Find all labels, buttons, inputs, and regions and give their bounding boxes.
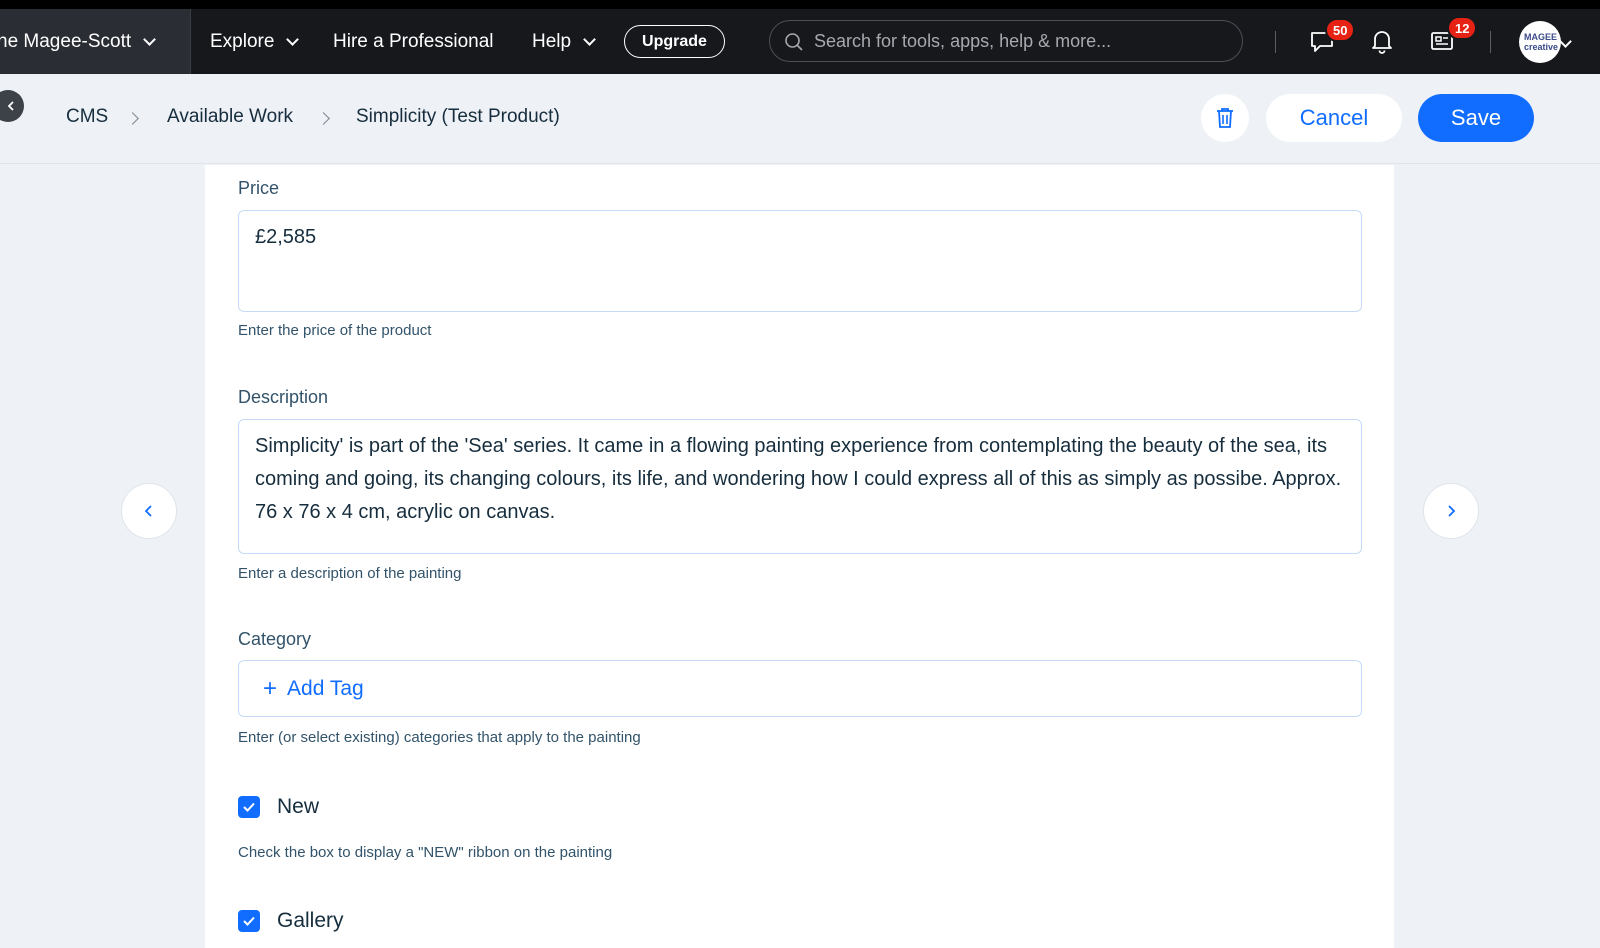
checkmark-icon (243, 916, 255, 926)
chevron-right-icon (317, 112, 330, 125)
gallery-checkbox[interactable] (238, 910, 260, 932)
search-bar[interactable] (769, 20, 1243, 62)
save-button[interactable]: Save (1418, 94, 1534, 142)
chevron-right-icon (126, 112, 139, 125)
description-field[interactable]: Simplicity' is part of the 'Sea' series.… (238, 419, 1362, 554)
top-bar: ne Magee-Scott Explore Hire a Profession… (0, 9, 1600, 74)
breadcrumb-cms[interactable]: CMS (66, 106, 108, 128)
trash-icon (1217, 108, 1233, 128)
plus-icon: + (263, 675, 278, 702)
gallery-label[interactable]: Gallery (277, 909, 344, 933)
chevron-left-icon (7, 101, 14, 111)
avatar[interactable]: MAGEE creative (1519, 21, 1561, 63)
cancel-button[interactable]: Cancel (1266, 94, 1402, 142)
nav-explore-label: Explore (210, 30, 275, 52)
chevron-down-icon (143, 32, 157, 46)
site-selector[interactable]: ne Magee-Scott (0, 9, 191, 74)
upgrade-button[interactable]: Upgrade (624, 25, 725, 58)
search-icon (785, 33, 803, 51)
chevron-left-icon (144, 505, 152, 517)
chevron-down-icon (583, 32, 596, 46)
nav-help-label: Help (532, 30, 572, 52)
chevron-down-icon[interactable] (1559, 35, 1572, 48)
category-help: Enter (or select existing) categories th… (238, 729, 641, 746)
item-form: Price £2,585 Enter the price of the prod… (205, 165, 1394, 948)
chevron-down-icon (286, 32, 300, 46)
price-field[interactable]: £2,585 (238, 210, 1362, 312)
previous-item-button[interactable] (121, 483, 177, 539)
divider (1275, 31, 1276, 53)
breadcrumb-current-item: Simplicity (Test Product) (356, 106, 560, 127)
add-tag-button[interactable]: + Add Tag (263, 675, 364, 703)
category-field: + Add Tag (238, 660, 1362, 717)
breadcrumb-bar: CMS Available Work Simplicity (Test Prod… (0, 74, 1600, 164)
new-label[interactable]: New (277, 795, 319, 819)
updates-badge: 12 (1447, 16, 1478, 40)
breadcrumb-collection[interactable]: Available Work (167, 106, 293, 128)
delete-button[interactable] (1201, 94, 1249, 142)
chevron-right-icon (1448, 505, 1456, 517)
messages-badge: 50 (1325, 18, 1356, 42)
avatar-logo: MAGEE creative (1524, 32, 1559, 52)
category-label: Category (238, 629, 312, 649)
description-help: Enter a description of the painting (238, 565, 462, 582)
collapse-sidebar-button[interactable] (0, 90, 24, 122)
nav-explore[interactable]: Explore (210, 9, 300, 74)
nav-hire-label: Hire a Professional (333, 30, 494, 52)
next-item-button[interactable] (1423, 483, 1479, 539)
price-label: Price (238, 178, 280, 198)
nav-help[interactable]: Help (532, 9, 596, 74)
description-label: Description (238, 387, 329, 407)
checkmark-icon (243, 802, 255, 812)
nav-hire-professional[interactable]: Hire a Professional (333, 9, 494, 74)
description-value: Simplicity' is part of the 'Sea' series.… (255, 435, 1342, 523)
top-strip (0, 0, 1600, 9)
price-value: £2,585 (255, 226, 317, 248)
search-input[interactable] (814, 30, 1224, 52)
divider (1490, 31, 1491, 53)
bell-icon[interactable] (1368, 27, 1396, 55)
new-help: Check the box to display a "NEW" ribbon … (238, 844, 613, 861)
price-help: Enter the price of the product (238, 322, 432, 339)
site-name: ne Magee-Scott (0, 30, 132, 52)
new-checkbox[interactable] (238, 796, 260, 818)
add-tag-label: Add Tag (287, 677, 364, 700)
